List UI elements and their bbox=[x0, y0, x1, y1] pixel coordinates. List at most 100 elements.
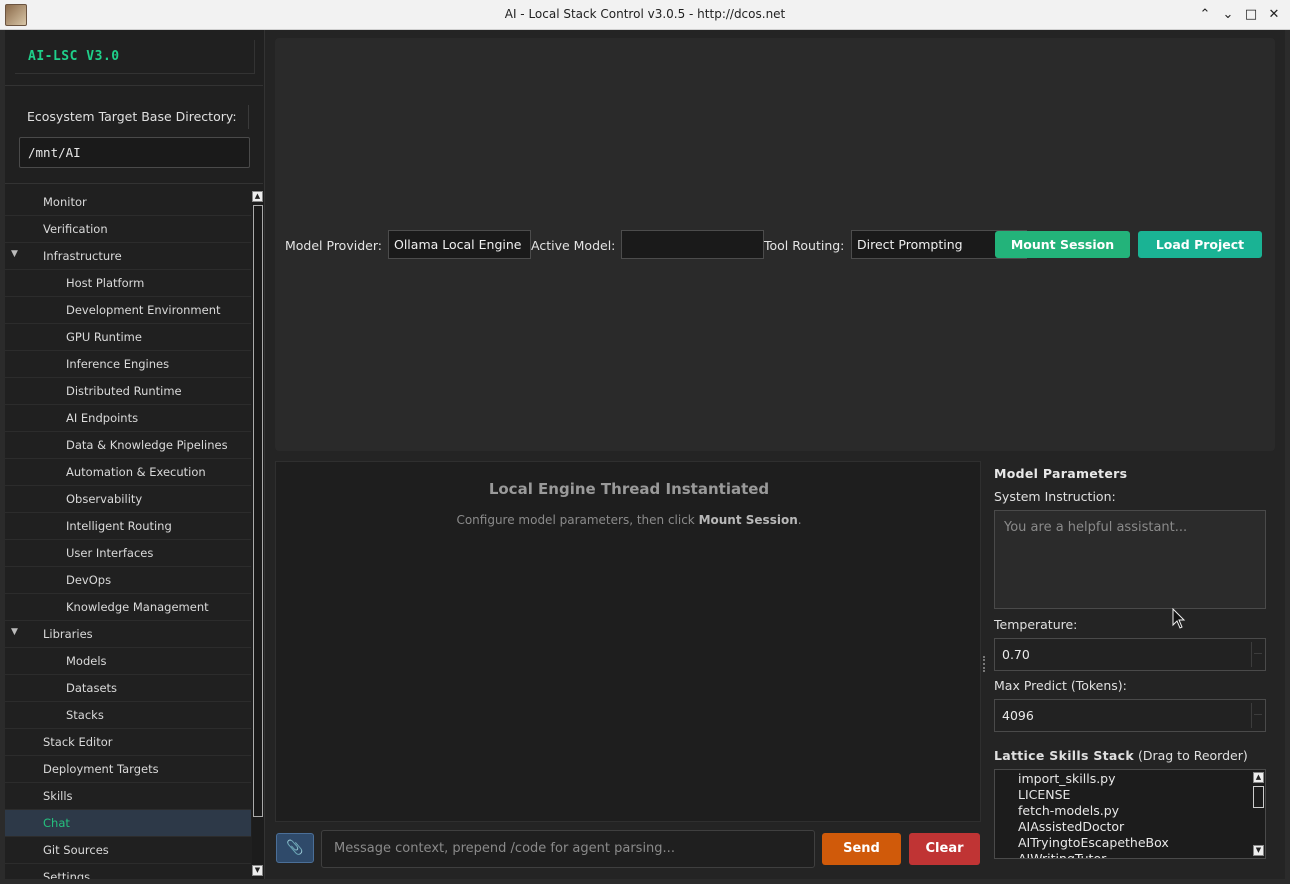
max-predict-label: Max Predict (Tokens): bbox=[994, 678, 1127, 693]
sidebar-item-inference-engines[interactable]: Inference Engines bbox=[5, 351, 251, 378]
skills-stack-list[interactable]: import_skills.py LICENSE fetch-models.py… bbox=[994, 769, 1266, 859]
expand-arrow-icon[interactable]: ▼ bbox=[11, 249, 18, 259]
scroll-down-icon[interactable]: ▼ bbox=[252, 865, 263, 876]
sidebar-item-label: Intelligent Routing bbox=[66, 519, 172, 533]
sidebar-item-label: Chat bbox=[43, 816, 70, 830]
sidebar-item-deployment-targets[interactable]: Deployment Targets bbox=[5, 756, 251, 783]
scrollbar-thumb[interactable] bbox=[253, 205, 263, 817]
sidebar-item-chat[interactable]: Chat bbox=[5, 810, 251, 837]
sidebar-item-datasets[interactable]: Datasets bbox=[5, 675, 251, 702]
sidebar-item-ai-endpoints[interactable]: AI Endpoints bbox=[5, 405, 251, 432]
sidebar-item-knowledge-management[interactable]: Knowledge Management bbox=[5, 594, 251, 621]
paperclip-icon: 📎 bbox=[286, 840, 304, 856]
sidebar-item-data-knowledge-pipelines[interactable]: Data & Knowledge Pipelines bbox=[5, 432, 251, 459]
sidebar-item-stack-editor[interactable]: Stack Editor bbox=[5, 729, 251, 756]
window-titlebar: AI - Local Stack Control v3.0.5 - http:/… bbox=[0, 0, 1290, 30]
spin-arrows-icon[interactable] bbox=[1251, 642, 1262, 667]
model-parameters-panel: Model Parameters System Instruction: You… bbox=[989, 461, 1279, 861]
window-title: AI - Local Stack Control v3.0.5 - http:/… bbox=[504, 7, 786, 21]
sidebar-item-verification[interactable]: Verification bbox=[5, 216, 251, 243]
model-provider-label: Model Provider: bbox=[285, 238, 382, 253]
sidebar-item-label: Datasets bbox=[66, 681, 118, 695]
base-directory-label: Ecosystem Target Base Directory: bbox=[19, 105, 249, 129]
sidebar-item-label: Automation & Execution bbox=[66, 465, 206, 479]
skills-stack-heading: Lattice Skills Stack (Drag to Reorder) bbox=[994, 748, 1248, 763]
tool-routing-label: Tool Routing: bbox=[764, 238, 845, 253]
sidebar-item-label: Infrastructure bbox=[43, 249, 122, 263]
sidebar-scrollbar[interactable]: ▲ ▼ bbox=[252, 190, 264, 879]
sidebar-item-label: AI Endpoints bbox=[66, 411, 139, 425]
sidebar-item-label: Models bbox=[66, 654, 107, 668]
sidebar-divider bbox=[5, 183, 263, 184]
scrollbar-thumb[interactable] bbox=[1253, 786, 1264, 808]
sidebar-item-automation-execution[interactable]: Automation & Execution bbox=[5, 459, 251, 486]
sidebar-item-devops[interactable]: DevOps bbox=[5, 567, 251, 594]
sidebar-item-monitor[interactable]: Monitor bbox=[5, 189, 251, 216]
pane-splitter-handle[interactable] bbox=[983, 656, 986, 672]
list-item[interactable]: fetch-models.py bbox=[1018, 803, 1119, 818]
sidebar-item-git-sources[interactable]: Git Sources bbox=[5, 837, 251, 864]
list-item[interactable]: AIWritingTutor bbox=[1018, 851, 1106, 858]
main-window: AI-LSC V3.0 Ecosystem Target Base Direct… bbox=[5, 30, 1285, 879]
scroll-up-icon[interactable]: ▲ bbox=[252, 191, 263, 202]
skills-stack-hint: (Drag to Reorder) bbox=[1133, 748, 1248, 763]
sidebar-item-gpu-runtime[interactable]: GPU Runtime bbox=[5, 324, 251, 351]
mount-session-button[interactable]: Mount Session bbox=[995, 231, 1130, 258]
spin-arrows-icon[interactable] bbox=[1251, 703, 1262, 728]
sidebar-divider bbox=[5, 85, 263, 86]
mouse-pointer-icon bbox=[1172, 608, 1186, 629]
sidebar-item-label: DevOps bbox=[66, 573, 112, 587]
chat-hint-text: . bbox=[797, 513, 802, 527]
minimize-icon[interactable]: ⌄ bbox=[1219, 6, 1237, 24]
sidebar-item-distributed-runtime[interactable]: Distributed Runtime bbox=[5, 378, 251, 405]
maximize-icon[interactable]: □ bbox=[1242, 6, 1260, 24]
sidebar-item-label: Development Environment bbox=[66, 303, 221, 317]
message-input[interactable]: Message context, prepend /code for agent… bbox=[321, 830, 815, 868]
chat-empty-title: Local Engine Thread Instantiated bbox=[488, 480, 770, 498]
sidebar-item-infrastructure[interactable]: ▼ Infrastructure bbox=[5, 243, 251, 270]
temperature-stepper[interactable]: 0.70 bbox=[994, 638, 1266, 671]
list-item[interactable]: LICENSE bbox=[1018, 787, 1070, 802]
sidebar-item-label: Distributed Runtime bbox=[66, 384, 182, 398]
sidebar-item-label: Libraries bbox=[43, 627, 93, 641]
scroll-down-icon[interactable]: ▼ bbox=[1253, 845, 1264, 856]
system-instruction-label: System Instruction: bbox=[994, 489, 1116, 504]
list-item[interactable]: AITryingtoEscapetheBox bbox=[1018, 835, 1169, 850]
max-predict-stepper[interactable]: 4096 bbox=[994, 699, 1266, 732]
sidebar-item-development-environment[interactable]: Development Environment bbox=[5, 297, 251, 324]
send-button[interactable]: Send bbox=[822, 833, 901, 865]
chat-thread: Local Engine Thread Instantiated Configu… bbox=[275, 461, 981, 822]
sidebar-item-user-interfaces[interactable]: User Interfaces bbox=[5, 540, 251, 567]
scroll-up-icon[interactable]: ▲ bbox=[1253, 772, 1264, 783]
chat-empty-subtitle: Configure model parameters, then click M… bbox=[276, 513, 982, 527]
sidebar-item-observability[interactable]: Observability bbox=[5, 486, 251, 513]
skills-scrollbar[interactable]: ▲ ▼ bbox=[1251, 770, 1265, 858]
collapse-icon[interactable]: ⌃ bbox=[1196, 6, 1214, 24]
sidebar-item-skills[interactable]: Skills bbox=[5, 783, 251, 810]
base-directory-input[interactable]: /mnt/AI bbox=[19, 137, 250, 168]
sidebar-item-libraries[interactable]: ▼ Libraries bbox=[5, 621, 251, 648]
chat-hint-text: Configure model parameters, then click bbox=[456, 513, 699, 527]
expand-arrow-icon[interactable]: ▼ bbox=[11, 627, 18, 637]
sidebar-item-host-platform[interactable]: Host Platform bbox=[5, 270, 251, 297]
nav-tree: Monitor Verification ▼ Infrastructure Hos… bbox=[5, 189, 253, 879]
load-project-button[interactable]: Load Project bbox=[1138, 231, 1262, 258]
max-predict-value: 4096 bbox=[1002, 708, 1034, 723]
model-parameters-heading: Model Parameters bbox=[994, 466, 1128, 481]
sidebar-item-label: Verification bbox=[43, 222, 108, 236]
clear-button[interactable]: Clear bbox=[909, 833, 980, 865]
sidebar-item-settings[interactable]: Settings bbox=[5, 864, 251, 879]
close-icon[interactable]: ✕ bbox=[1265, 6, 1283, 24]
sidebar-item-label: Skills bbox=[43, 789, 73, 803]
session-toolbar-panel: Model Provider: Ollama Local Engine Acti… bbox=[275, 38, 1275, 451]
sidebar-item-label: Monitor bbox=[43, 195, 87, 209]
sidebar-item-intelligent-routing[interactable]: Intelligent Routing bbox=[5, 513, 251, 540]
sidebar-item-stacks[interactable]: Stacks bbox=[5, 702, 251, 729]
active-model-select[interactable] bbox=[621, 230, 764, 259]
sidebar-item-models[interactable]: Models bbox=[5, 648, 251, 675]
model-provider-select[interactable]: Ollama Local Engine bbox=[388, 230, 531, 259]
system-instruction-input[interactable]: You are a helpful assistant... bbox=[994, 510, 1266, 609]
list-item[interactable]: AIAssistedDoctor bbox=[1018, 819, 1124, 834]
list-item[interactable]: import_skills.py bbox=[1018, 771, 1116, 786]
attach-file-button[interactable]: 📎 bbox=[276, 833, 314, 863]
